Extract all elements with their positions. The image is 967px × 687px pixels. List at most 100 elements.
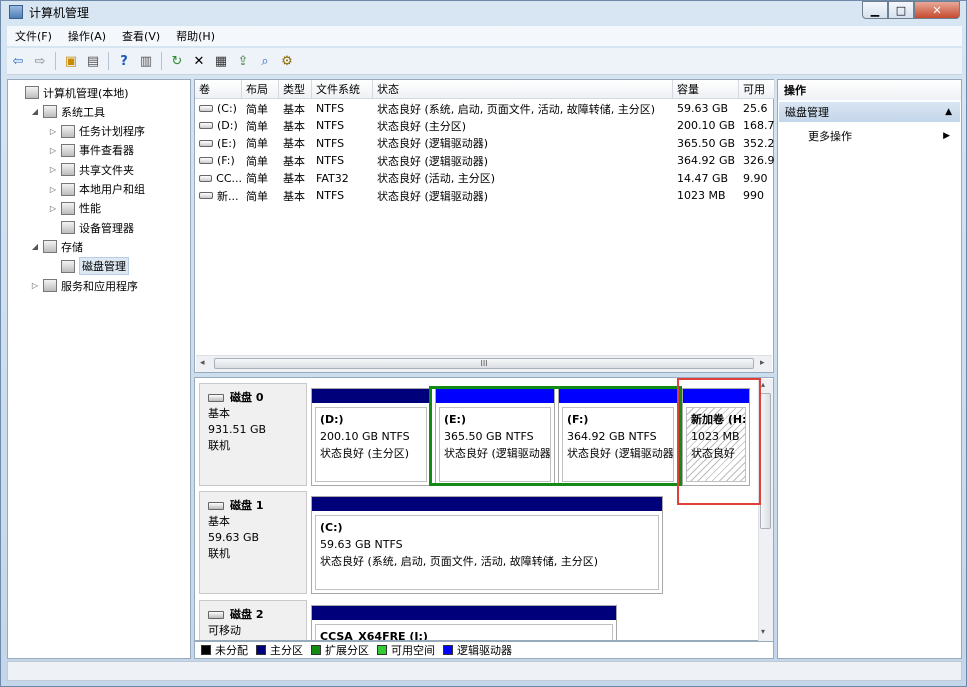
menu-file[interactable]: 文件(F) <box>7 28 60 44</box>
tree-expander-icon[interactable]: ▷ <box>48 204 58 213</box>
disk-info[interactable]: 磁盘 1 基本 59.63 GB 联机 <box>199 491 307 594</box>
tree-item[interactable]: 设备管理器 <box>48 218 134 237</box>
vertical-scrollbar[interactable]: ▴ ▾ <box>758 379 773 641</box>
task-scheduler-icon <box>61 124 75 138</box>
table-cell: (D:) <box>195 117 242 134</box>
table-cell: 基本 <box>279 170 312 187</box>
tree-item[interactable]: ▷ 本地用户和组 <box>48 180 145 199</box>
column-header[interactable]: 文件系统 <box>312 80 373 99</box>
tree-item[interactable]: ◢ 存储 <box>30 237 83 256</box>
scroll-left-icon[interactable]: ◂ <box>200 358 205 368</box>
shared-folders-icon <box>61 163 75 177</box>
minimize-button[interactable]: ▁ <box>862 1 888 19</box>
vertical-scroll-thumb[interactable] <box>760 393 771 529</box>
column-header[interactable]: 卷 <box>195 80 242 99</box>
tree-item[interactable]: 计算机管理(本地) <box>12 83 129 102</box>
properties-icon[interactable]: ▦ <box>212 52 230 70</box>
more-actions-item[interactable]: 更多操作 ▶ <box>808 127 958 145</box>
disk-info[interactable]: 磁盘 2 可移动 <box>199 600 307 640</box>
table-cell: NTFS <box>312 135 373 152</box>
computer-management-window: 计算机管理 ▁ □ ✕ 文件(F) 操作(A) 查看(V) 帮助(H) ⇦ ⇨ … <box>0 0 967 687</box>
horizontal-scrollbar[interactable]: ◂ III ▸ <box>196 355 772 372</box>
show-hide-tree-icon[interactable]: ▤ <box>84 52 102 70</box>
scroll-right-icon[interactable]: ▸ <box>760 358 765 368</box>
menu-help[interactable]: 帮助(H) <box>168 28 223 44</box>
properties-pane-icon[interactable]: ▥ <box>137 52 155 70</box>
cell-text: FAT32 <box>316 171 349 185</box>
tree-expander-icon[interactable]: ◢ <box>30 107 40 116</box>
tree-expander-icon[interactable]: ▷ <box>48 146 58 155</box>
cell-text: NTFS <box>316 189 345 202</box>
disk-info[interactable]: 磁盘 0 基本 931.51 GB 联机 <box>199 383 307 486</box>
horizontal-scroll-thumb[interactable]: III <box>214 358 754 369</box>
disk-settings-icon[interactable]: ⚙ <box>278 52 296 70</box>
actions-section-disk-management[interactable]: 磁盘管理 ▲ <box>779 102 960 122</box>
scroll-up-icon[interactable]: ▴ <box>761 380 765 389</box>
tree-item[interactable]: ◢ 系统工具 <box>30 102 105 121</box>
table-cell: 基本 <box>279 100 312 117</box>
table-row[interactable]: (D:) 简单 基本 NTFS 状态良好 (主分区) 200.10 GB 168.7 <box>195 117 775 134</box>
partition-size: 365.50 GB NTFS <box>444 430 534 443</box>
table-cell: 基本 <box>279 117 312 134</box>
cell-text: 168.7 <box>743 119 775 133</box>
tree-item[interactable]: 磁盘管理 <box>48 257 129 276</box>
menu-action[interactable]: 操作(A) <box>60 28 114 44</box>
cell-text: (D:) <box>217 119 238 133</box>
column-header[interactable]: 类型 <box>279 80 312 99</box>
tree-expander-icon[interactable]: ▷ <box>48 127 58 136</box>
partition-block[interactable]: 新加卷 (H:) 1023 MB 状态良好 <box>682 388 750 486</box>
table-row[interactable]: CC... 简单 基本 FAT32 状态良好 (活动, 主分区) 14.47 GB 9.90 <box>195 170 773 187</box>
column-header[interactable]: 状态 <box>373 80 673 99</box>
tree-expander-icon[interactable]: ▷ <box>48 185 58 194</box>
maximize-button[interactable]: □ <box>888 1 914 19</box>
delete-icon[interactable]: ✕ <box>190 52 208 70</box>
tree-item[interactable]: ▷ 服务和应用程序 <box>30 276 138 295</box>
tree-expander-icon[interactable]: ▷ <box>48 165 58 174</box>
table-cell: FAT32 <box>312 170 373 187</box>
tree-expander-icon[interactable]: ▷ <box>30 281 40 290</box>
tree-item[interactable]: ▷ 性能 <box>48 199 101 218</box>
local-users-icon <box>61 182 75 196</box>
column-header[interactable]: 可用 <box>739 80 775 99</box>
refresh-icon[interactable]: ↻ <box>168 52 186 70</box>
legend-swatch <box>311 645 321 655</box>
tree-expander-icon[interactable]: ◢ <box>30 242 40 251</box>
tree-item[interactable]: ▷ 任务计划程序 <box>48 122 145 141</box>
partition-block[interactable]: (F:) 364.92 GB NTFS 状态良好 (逻辑驱动器) <box>558 388 678 486</box>
partition-size: 200.10 GB NTFS <box>320 430 410 443</box>
forward-arrow-icon[interactable]: ⇨ <box>31 52 49 70</box>
disk-name: 磁盘 2 <box>230 608 264 621</box>
collapse-up-icon[interactable]: ▲ <box>945 107 952 117</box>
partition-block[interactable]: (D:) 200.10 GB NTFS 状态良好 (主分区) <box>311 388 431 486</box>
up-folder-icon[interactable]: ▣ <box>62 52 80 70</box>
cell-text: CC... <box>216 171 242 185</box>
cell-text: 25.6 <box>743 102 768 115</box>
column-header[interactable]: 容量 <box>673 80 739 99</box>
disk-status: 联机 <box>208 547 230 560</box>
scroll-down-icon[interactable]: ▾ <box>761 627 765 636</box>
cell-text: 326.9 <box>743 154 775 168</box>
menu-view[interactable]: 查看(V) <box>114 28 168 44</box>
disk-management-icon <box>61 259 75 273</box>
tree-item-label: 系统工具 <box>61 105 105 119</box>
table-row[interactable]: 新... 简单 基本 NTFS 状态良好 (逻辑驱动器) 1023 MB 990 <box>195 187 773 204</box>
partition-block[interactable]: CCSA_X64FRE (I:) <box>311 605 617 640</box>
partition-block[interactable]: (C:) 59.63 GB NTFS 状态良好 (系统, 启动, 页面文件, 活动,… <box>311 496 663 594</box>
help-icon[interactable]: ? <box>115 52 133 70</box>
legend-label: 可用空间 <box>391 644 435 657</box>
close-button[interactable]: ✕ <box>914 1 960 19</box>
column-header[interactable]: 布局 <box>242 80 279 99</box>
tree-item[interactable]: ▷ 事件查看器 <box>48 141 134 160</box>
search-icon[interactable]: ⌕ <box>256 52 274 70</box>
back-arrow-icon[interactable]: ⇦ <box>9 52 27 70</box>
table-cell: (C:) <box>195 100 242 117</box>
table-row[interactable]: (E:) 简单 基本 NTFS 状态良好 (逻辑驱动器) 365.50 GB 352.2 <box>195 135 775 152</box>
partition-block[interactable]: (E:) 365.50 GB NTFS 状态良好 (逻辑驱动器) <box>435 388 555 486</box>
open-icon[interactable]: ⇪ <box>234 52 252 70</box>
title-bar[interactable]: 计算机管理 ▁ □ ✕ <box>1 1 966 23</box>
legend-item: 扩展分区 <box>311 642 369 658</box>
tree-item[interactable]: ▷ 共享文件夹 <box>48 160 134 179</box>
table-row[interactable]: (F:) 简单 基本 NTFS 状态良好 (逻辑驱动器) 364.92 GB 326.9 <box>195 152 775 169</box>
drive-icon <box>199 157 213 165</box>
table-row[interactable]: (C:) 简单 基本 NTFS 状态良好 (系统, 启动, 页面文件, 活动, 故障转储… <box>195 100 773 117</box>
